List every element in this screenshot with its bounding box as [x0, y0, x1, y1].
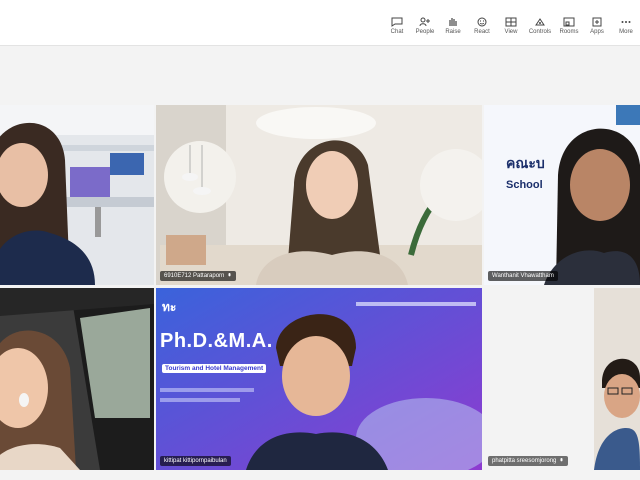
more-button[interactable]: More [612, 17, 640, 35]
people-icon [419, 17, 430, 27]
raise-hand-icon [449, 18, 457, 26]
participant-video [594, 288, 640, 470]
participant-video [246, 314, 388, 470]
apps-button[interactable]: Apps [583, 17, 611, 35]
controls-icon [535, 18, 545, 26]
raise-hand-button[interactable]: Raise [439, 17, 467, 35]
participant-video [544, 128, 640, 285]
people-button[interactable]: People [411, 17, 439, 35]
view-button[interactable]: View [497, 17, 525, 35]
chat-button[interactable]: Chat [383, 17, 411, 35]
participant-video [0, 330, 80, 470]
participant-tile-active[interactable]: คณะบ School Wanthanit Vhawattham [484, 105, 640, 285]
video-grid: 6910E712 Pattaraporn คณะบ School Wanthan… [0, 46, 640, 480]
participant-name-badge: phatpitta sreesomjorong [488, 455, 569, 466]
participant-video [256, 140, 408, 285]
apps-icon [592, 17, 602, 27]
rooms-icon [563, 17, 575, 27]
participant-name-badge: 6910E712 Pattaraporn [160, 270, 237, 281]
participant-name-badge: Wanthanit Vhawattham [488, 271, 558, 281]
participant-tile[interactable] [0, 105, 154, 285]
participant-video [0, 123, 95, 285]
participant-tile[interactable] [0, 288, 154, 470]
chat-icon [391, 17, 403, 27]
participant-tile[interactable]: ทะ Ph.D.&M.A. Tourism and Hotel Manageme… [156, 288, 482, 470]
participant-tile-no-video[interactable]: phatpitta sreesomjorong [484, 288, 592, 470]
more-icon [621, 21, 631, 23]
rooms-button[interactable]: Rooms [555, 17, 583, 35]
microphone-icon [228, 272, 231, 277]
participant-tile[interactable]: 6910E712 Pattaraporn [156, 105, 482, 285]
meeting-toolbar: Chat People Raise React View Controls Ro… [0, 0, 640, 46]
microphone-icon [560, 457, 563, 462]
participant-name-badge: kittipat kittipornpaibulan [160, 456, 231, 466]
react-button[interactable]: React [468, 17, 496, 35]
controls-button[interactable]: Controls [526, 17, 554, 35]
react-icon [477, 17, 487, 27]
participant-tile[interactable] [594, 288, 640, 470]
view-icon [505, 17, 517, 27]
